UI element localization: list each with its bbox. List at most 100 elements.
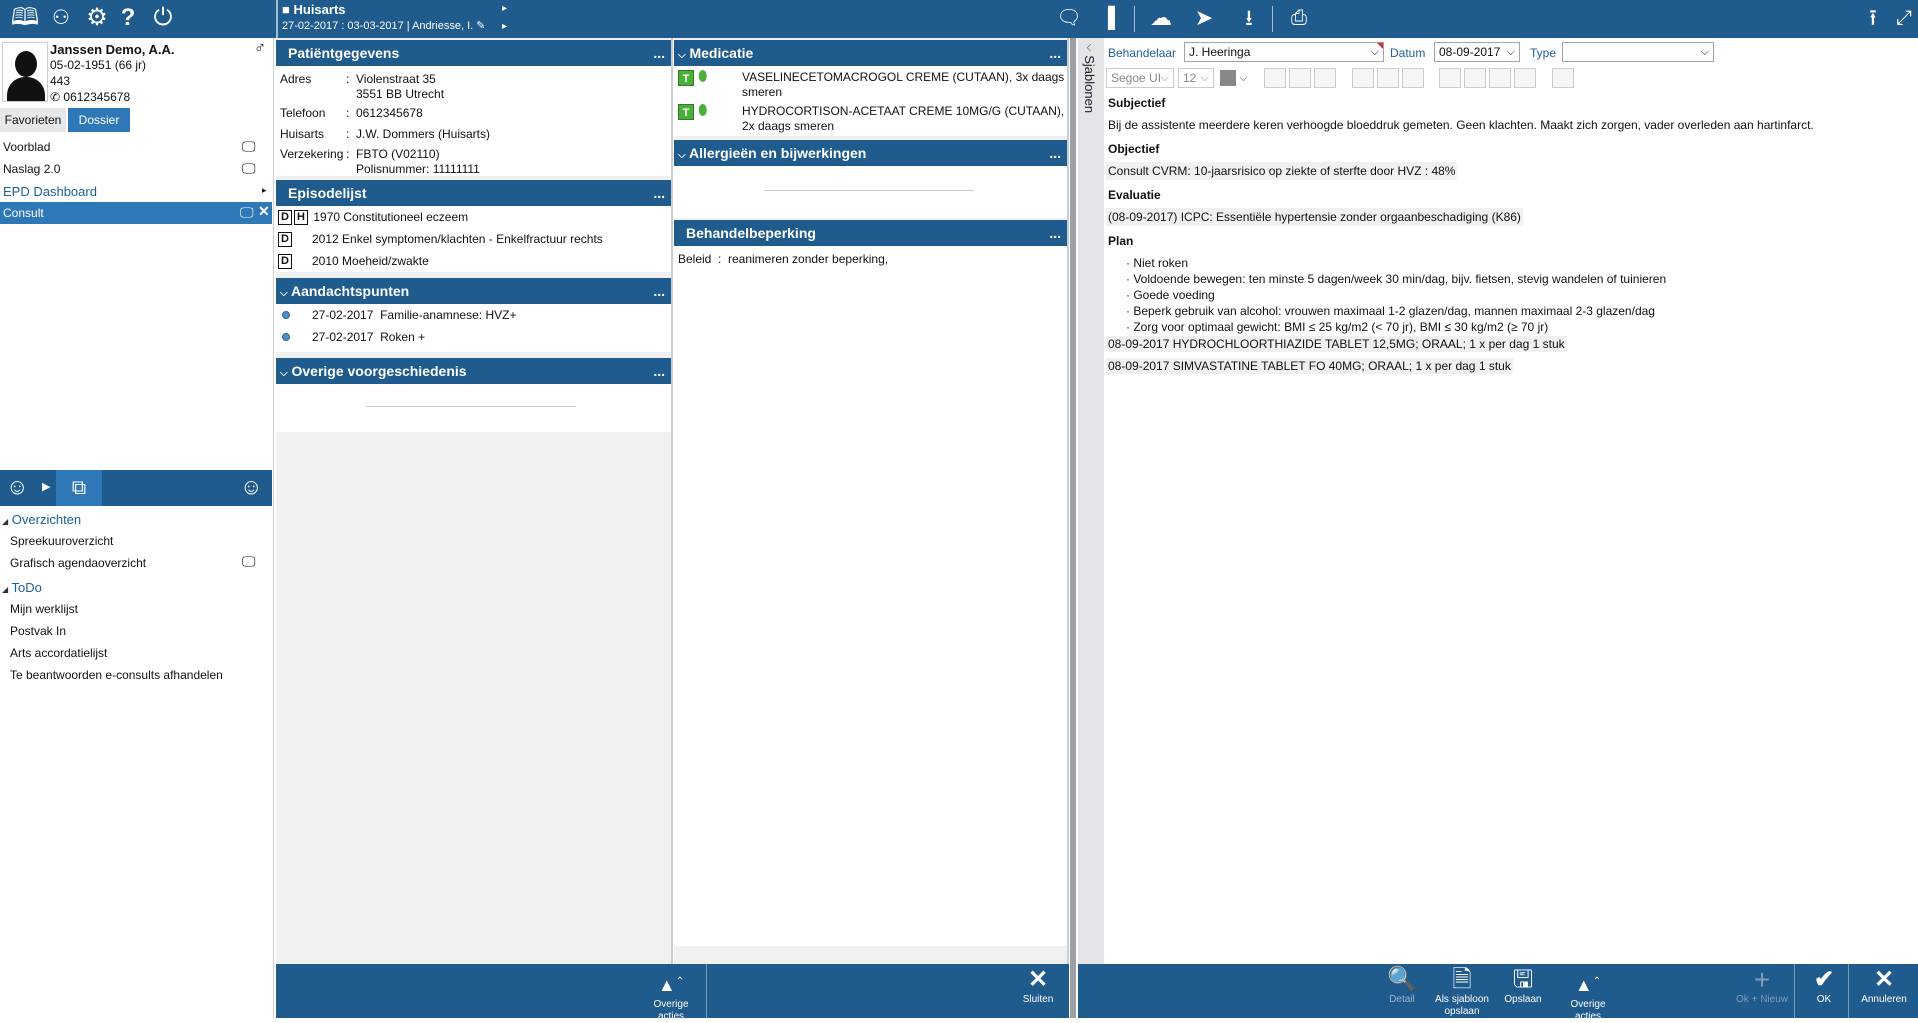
chevron-right-icon[interactable]: ▸ xyxy=(502,21,507,32)
chevron-right-icon[interactable]: ▶ xyxy=(42,480,50,493)
printer-icon[interactable]: ⎙ xyxy=(1284,0,1314,38)
help-icon[interactable]: ? xyxy=(116,0,140,38)
patient-name: Janssen Demo, A.A. xyxy=(50,42,175,57)
list-item[interactable]: D 2012 Enkel symptomen/klachten - Enkelfr… xyxy=(278,232,603,248)
more-icon[interactable]: ... xyxy=(653,358,665,384)
bullets-icon[interactable] xyxy=(1514,68,1537,88)
splitter[interactable] xyxy=(1070,38,1076,1018)
panel-header[interactable]: ⌵ Overige voorgeschiedenis... xyxy=(276,358,671,384)
panel-medicatie: ⌵ Medicatie... T ⬮ VASELINECETOMACROGOL … xyxy=(674,40,1067,136)
context-subtitle: 27-02-2017 : 03-03-2017 | Andriesse, I. xyxy=(282,20,474,32)
panel-header[interactable]: ⌵ Aandachtspunten... xyxy=(276,278,671,304)
overige-acties-button[interactable]: ▲⌃ Overige acties xyxy=(641,968,701,1023)
power-icon[interactable]: ⏻ xyxy=(148,0,178,38)
cloud-add-icon[interactable]: ☁ xyxy=(1144,0,1178,38)
more-icon[interactable]: ... xyxy=(653,180,665,206)
italic-icon[interactable] xyxy=(1289,68,1311,88)
more-icon[interactable]: ... xyxy=(1049,220,1061,246)
list-item[interactable]: Grafisch agendaoverzicht xyxy=(10,556,146,570)
more-icon[interactable]: ... xyxy=(1049,40,1061,66)
close-icon[interactable]: ✕ xyxy=(258,203,270,220)
list-item[interactable]: DH 1970 Constitutioneel eczeem xyxy=(278,210,468,226)
binoculars-icon[interactable]: ⚇ xyxy=(46,0,76,38)
paste-icon[interactable] xyxy=(1376,68,1399,88)
panel-header[interactable]: ⌵ Allergieën en bijwerkingen... xyxy=(674,140,1067,166)
forward-icon[interactable]: ➤ xyxy=(1184,0,1224,38)
panel-header[interactable]: ⌵ Medicatie... xyxy=(674,40,1067,66)
detail-button[interactable]: 🔍 Detail xyxy=(1382,966,1422,1006)
panel-header[interactable]: Patiëntgegevens... xyxy=(276,40,671,66)
plan-item[interactable]: · Zorg voor optimaal gewicht: BMI ≤ 25 k… xyxy=(1126,320,1548,334)
patient-list-icon[interactable]: ☺ xyxy=(6,474,28,500)
panel-header[interactable]: Episodelijst... xyxy=(276,180,671,206)
plan-item[interactable]: · Niet roken xyxy=(1126,256,1188,270)
evaluatie-text[interactable]: (08-09-2017) ICPC: Essentiële hypertensi… xyxy=(1106,208,1523,226)
sidebar-item-naslag[interactable]: Naslag 2.0 🖵 xyxy=(0,158,272,180)
subjectief-text[interactable]: Bij de assistente meerdere keren verhoog… xyxy=(1108,118,1814,132)
clipboard-icon[interactable]: ▐ xyxy=(1096,0,1120,38)
close-icon: ✕ xyxy=(1027,966,1049,993)
chevron-right-icon[interactable]: ▸ xyxy=(502,3,507,14)
prescription-line[interactable]: 08-09-2017 SIMVASTATINE TABLET FO 40MG; … xyxy=(1106,358,1513,374)
patient-search-icon[interactable]: ☺ xyxy=(240,474,262,500)
more-icon[interactable]: ... xyxy=(653,278,665,304)
font-family-select[interactable]: Segoe UI ⌵ xyxy=(1106,68,1174,88)
book-icon[interactable]: 🕮 xyxy=(10,0,40,38)
monitor-icon: 🖵 xyxy=(240,204,254,220)
chat-icon[interactable]: 🗨 xyxy=(1054,0,1084,38)
opslaan-button[interactable]: 🖫 Opslaan xyxy=(1498,966,1548,1006)
sidebar-item-voorblad[interactable]: Voorblad 🖵 xyxy=(0,136,272,158)
annuleren-button[interactable]: ✕ Annuleren xyxy=(1854,966,1914,1006)
panel-header[interactable]: Behandelbeperking... xyxy=(674,220,1067,246)
als-sjabloon-opslaan-button[interactable]: 🗎 Als sjabloon opslaan xyxy=(1432,966,1492,1018)
bold-icon[interactable] xyxy=(1264,68,1286,88)
ok-button[interactable]: ✔ OK xyxy=(1804,966,1844,1006)
download-icon[interactable]: ⭳ xyxy=(1234,0,1264,38)
cut-icon[interactable] xyxy=(1351,68,1374,88)
gears-icon[interactable]: ⚙ xyxy=(82,0,112,38)
list-item[interactable]: Te beantwoorden e-consults afhandelen xyxy=(10,668,223,682)
list-item[interactable]: T ⬮ VASELINECETOMACROGOL CREME (CUTAAN),… xyxy=(678,68,1064,102)
list-item[interactable]: 27-02-2017 Roken + xyxy=(282,330,425,344)
list-item[interactable]: T ⬮ HYDROCORTISON-ACETAAT CREME 10MG/G (… xyxy=(678,102,1064,136)
maximize-icon[interactable]: ⤢ xyxy=(1890,0,1918,38)
tab-dossier[interactable]: Dossier xyxy=(68,108,130,132)
sluiten-button[interactable]: ✕ Sluiten xyxy=(1016,966,1060,1006)
tab-favorieten[interactable]: Favorieten xyxy=(0,108,66,132)
list-item[interactable]: Spreekuuroverzicht xyxy=(10,534,113,548)
align-center-icon[interactable] xyxy=(1464,68,1487,88)
objectief-text[interactable]: Consult CVRM: 10-jaarsrisico op ziekte o… xyxy=(1106,162,1458,180)
font-size-select[interactable]: 12 ⌵ xyxy=(1178,68,1214,88)
list-item[interactable]: Postvak In xyxy=(10,624,66,638)
more-icon[interactable]: ... xyxy=(653,40,665,66)
sidebar-item-epd-dashboard[interactable]: EPD Dashboard ▸ xyxy=(0,180,272,202)
ok-nieuw-button[interactable]: + Ok + Nieuw xyxy=(1734,966,1790,1006)
behandelaar-select[interactable]: J. Heeringa ⌵ xyxy=(1184,42,1384,62)
sidebar-item-consult[interactable]: Consult 🖵 ✕ xyxy=(0,202,272,224)
list-item[interactable]: Mijn werklijst xyxy=(10,602,78,616)
undock-icon[interactable]: ⭱ xyxy=(1858,0,1888,38)
prescription-line[interactable]: 08-09-2017 HYDROCHLOORTHIAZIDE TABLET 12… xyxy=(1106,336,1567,352)
type-select[interactable]: ⌵ xyxy=(1562,42,1714,62)
section-overzichten[interactable]: ◢ Overzichten xyxy=(2,512,81,527)
align-right-icon[interactable] xyxy=(1489,68,1512,88)
color-picker[interactable]: ⌵ xyxy=(1220,70,1252,88)
more-icon[interactable]: ... xyxy=(1049,140,1061,166)
align-left-icon[interactable] xyxy=(1439,68,1462,88)
section-todo[interactable]: ◢ ToDo xyxy=(2,580,42,595)
list-item[interactable]: D 2010 Moeheid/zwakte xyxy=(278,254,429,270)
datum-picker[interactable]: 08-09-2017 ⌵ xyxy=(1434,42,1520,62)
overige-acties-button[interactable]: ▲⌃ Overige acties xyxy=(1560,968,1616,1023)
edit-icon[interactable]: ✎ xyxy=(476,20,485,32)
plan-item[interactable]: · Beperk gebruik van alcohol: vrouwen ma… xyxy=(1126,304,1655,318)
underline-icon[interactable] xyxy=(1314,68,1336,88)
undo-icon[interactable] xyxy=(1552,68,1575,88)
windows-icon[interactable]: ⧉ xyxy=(56,470,102,506)
plan-item[interactable]: · Voldoende bewegen: ten minste 5 dagen/… xyxy=(1126,272,1666,286)
context-selector[interactable]: ■ Huisarts 27-02-2017 : 03-03-2017 | And… xyxy=(282,2,512,36)
list-item[interactable]: Arts accordatielijst xyxy=(10,646,107,660)
format-painter-icon[interactable] xyxy=(1401,68,1424,88)
plan-item[interactable]: · Goede voeding xyxy=(1126,288,1215,302)
sjablonen-tab[interactable]: ⌵ Sjablonen xyxy=(1078,38,1104,964)
list-item[interactable]: 27-02-2017 Familie-anamnese: HVZ+ xyxy=(282,308,516,322)
